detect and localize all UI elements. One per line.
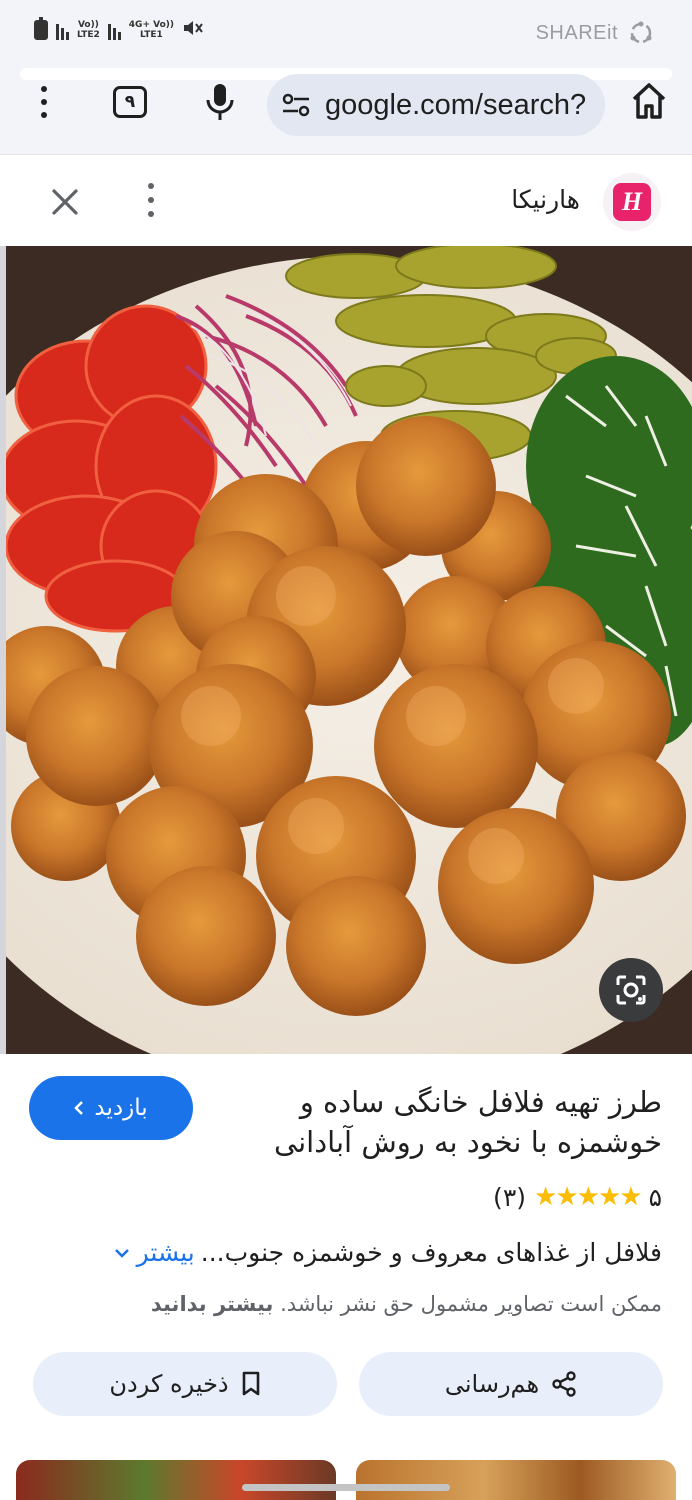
address-bar[interactable]: google.com/search? xyxy=(267,74,605,136)
status-bar: Vo)) LTE2 4G+ Vo)) LTE1 SHAREit xyxy=(0,0,692,66)
shareit-indicator: SHAREit xyxy=(536,20,654,46)
bookmark-icon xyxy=(242,1371,259,1396)
battery-icon xyxy=(34,16,48,40)
more-link[interactable]: بیشتر xyxy=(137,1238,195,1267)
mute-icon xyxy=(182,18,204,41)
star-rating-icon: ★★★★★ xyxy=(534,1182,643,1212)
site-name[interactable]: هارنیکا xyxy=(511,185,580,214)
status-icons: Vo)) LTE2 4G+ Vo)) LTE1 xyxy=(34,16,204,41)
more-options-icon[interactable] xyxy=(141,183,161,217)
signal-icon xyxy=(56,20,69,40)
network-label-2: 4G+ Vo)) LTE1 xyxy=(129,20,174,40)
rating: ۵ ★★★★★ (۳) xyxy=(493,1182,662,1212)
related-image-thumbnail[interactable] xyxy=(16,1460,336,1500)
copyright-text: ممکن است تصاویر مشمول حق نشر نباشد. xyxy=(280,1292,662,1316)
network-label-1-top: Vo)) xyxy=(77,19,99,30)
site-logo: H xyxy=(603,173,661,231)
shareit-label: SHAREit xyxy=(535,21,618,44)
gesture-bar[interactable] xyxy=(242,1484,450,1491)
share-button[interactable]: هم‌رسانی xyxy=(359,1352,663,1416)
shareit-icon xyxy=(630,21,652,44)
share-label: هم‌رسانی xyxy=(444,1370,540,1398)
home-icon[interactable] xyxy=(630,81,668,121)
site-logo-letter: H xyxy=(613,183,651,221)
result-info: طرز تهیه فلافل خانگی ساده و خوشمزه با نخ… xyxy=(0,1054,692,1500)
lens-search-button[interactable] xyxy=(599,958,663,1022)
result-image[interactable] xyxy=(6,246,692,1054)
tab-switcher-button[interactable]: ۹ xyxy=(113,86,147,118)
chevron-left-icon xyxy=(74,1101,84,1115)
description-text: فلافل از غذاهای معروف و خوشمزه جنوب... xyxy=(200,1238,662,1267)
lens-icon xyxy=(616,975,646,1005)
close-icon[interactable] xyxy=(46,183,84,221)
description-row: فلافل از غذاهای معروف و خوشمزه جنوب... ب… xyxy=(22,1238,662,1267)
tab-count: ۹ xyxy=(124,92,136,112)
share-icon xyxy=(552,1371,576,1397)
visit-label: بازدید xyxy=(94,1095,148,1121)
result-title[interactable]: طرز تهیه فلافل خانگی ساده و خوشمزه با نخ… xyxy=(232,1082,662,1162)
chevron-down-icon[interactable] xyxy=(113,1247,131,1259)
browser-menu-icon[interactable] xyxy=(34,86,54,118)
browser-toolbar: ۹ google.com/search? xyxy=(0,66,692,154)
microphone-icon[interactable] xyxy=(203,82,237,122)
site-settings-icon[interactable] xyxy=(281,93,311,117)
network-label-1: Vo)) LTE2 xyxy=(77,20,100,40)
related-image-thumbnail[interactable] xyxy=(356,1460,676,1500)
network-label-2-bottom: LTE1 xyxy=(140,29,163,40)
learn-more-link[interactable]: بیشتر بدانید xyxy=(151,1292,274,1316)
copyright-notice: ممکن است تصاویر مشمول حق نشر نباشد. بیشت… xyxy=(151,1292,662,1316)
rating-count: (۳) xyxy=(493,1182,527,1212)
rating-value: ۵ xyxy=(648,1182,662,1212)
visit-button[interactable]: بازدید xyxy=(29,1076,193,1140)
save-button[interactable]: ذخیره کردن xyxy=(33,1352,337,1416)
save-label: ذخیره کردن xyxy=(109,1370,229,1398)
url-text: google.com/search? xyxy=(325,89,587,121)
network-label-1-bottom: LTE2 xyxy=(77,29,100,40)
signal-icon-2 xyxy=(107,20,121,40)
image-panel-header: هارنیکا H xyxy=(0,154,692,246)
network-label-2-top: 4G+ Vo)) xyxy=(128,19,175,30)
